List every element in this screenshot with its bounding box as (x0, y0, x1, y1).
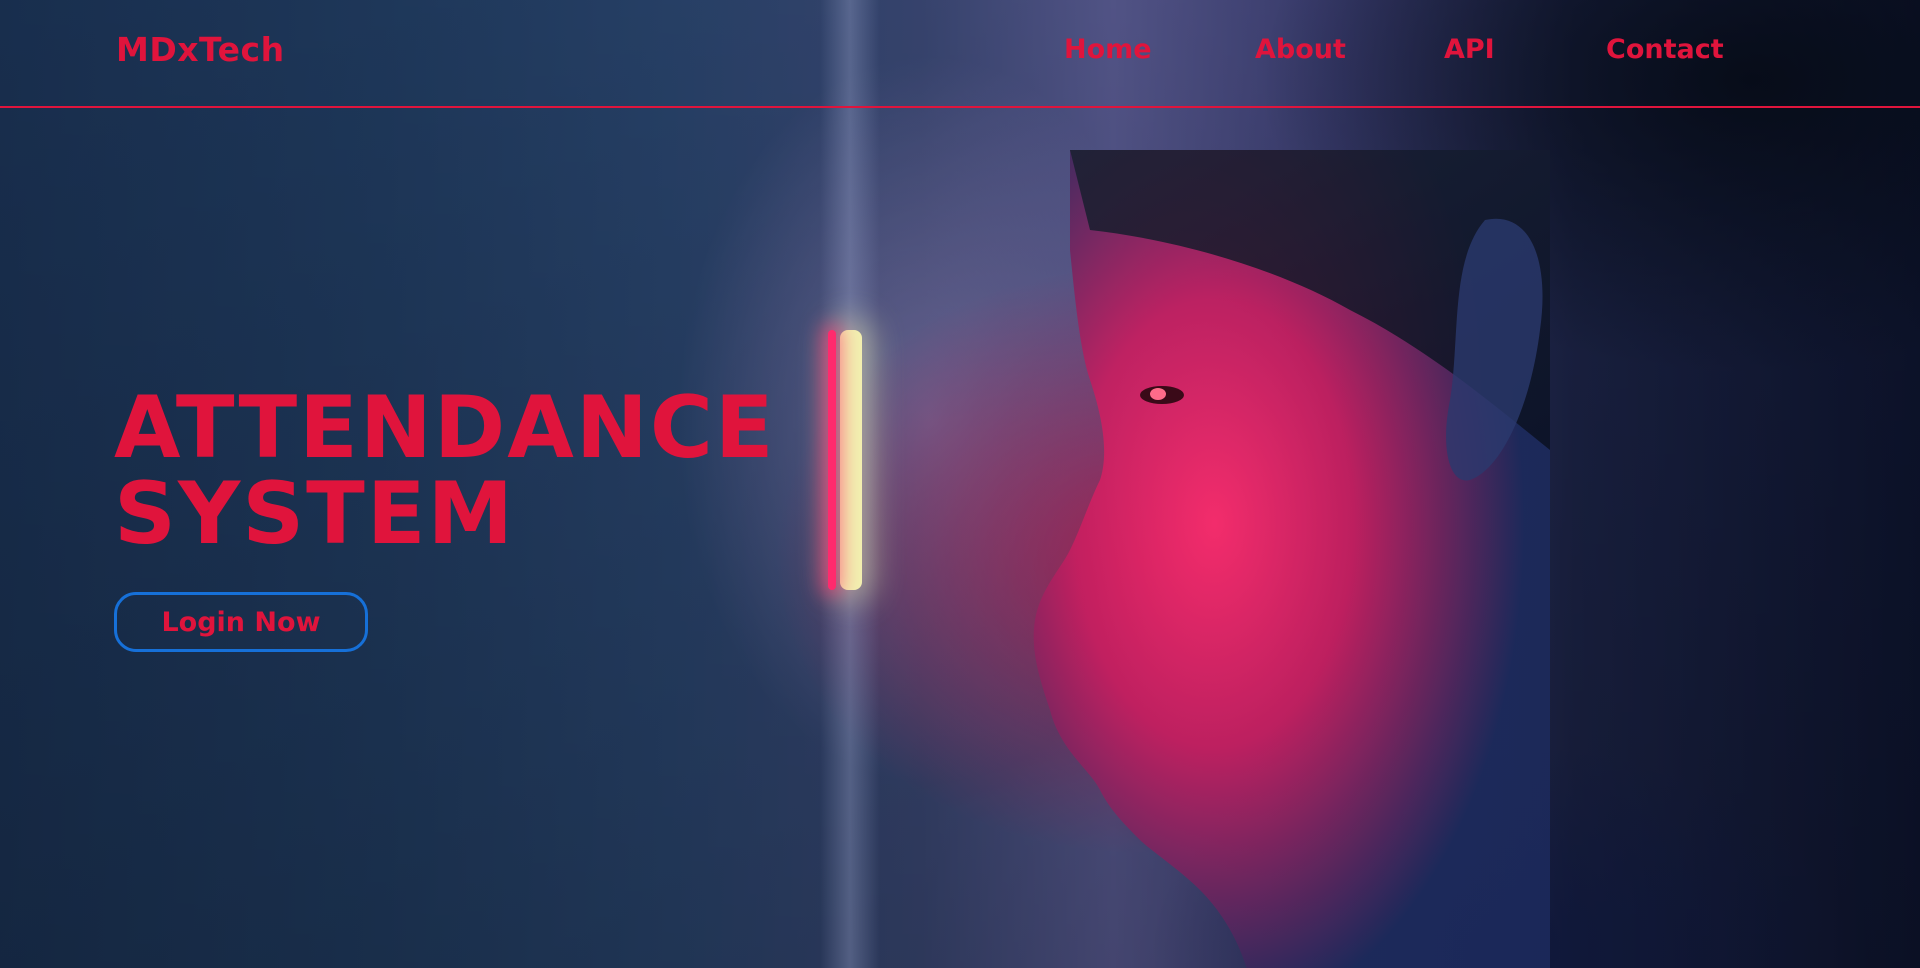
hero-title-line-1: ATTENDANCE (114, 378, 776, 478)
nav-about-link[interactable]: About (1255, 34, 1346, 65)
nav-api-link[interactable]: API (1444, 34, 1495, 65)
nav-links: Home About API Contact (0, 34, 1920, 74)
scan-light-glow (840, 330, 862, 590)
hero-title: ATTENDANCE SYSTEM (114, 385, 776, 557)
hero-title-line-2: SYSTEM (114, 464, 516, 564)
login-now-button[interactable]: Login Now (114, 592, 368, 652)
hero-content: ATTENDANCE SYSTEM Login Now (114, 385, 776, 652)
nav-home-link[interactable]: Home (1064, 34, 1152, 65)
face-silhouette-image (1033, 150, 1550, 968)
top-navbar: MDxTech Home About API Contact (0, 0, 1920, 108)
hero-section: MDxTech Home About API Contact ATTENDANC… (0, 0, 1920, 968)
scan-light-line (828, 330, 836, 590)
nav-contact-link[interactable]: Contact (1606, 34, 1724, 65)
